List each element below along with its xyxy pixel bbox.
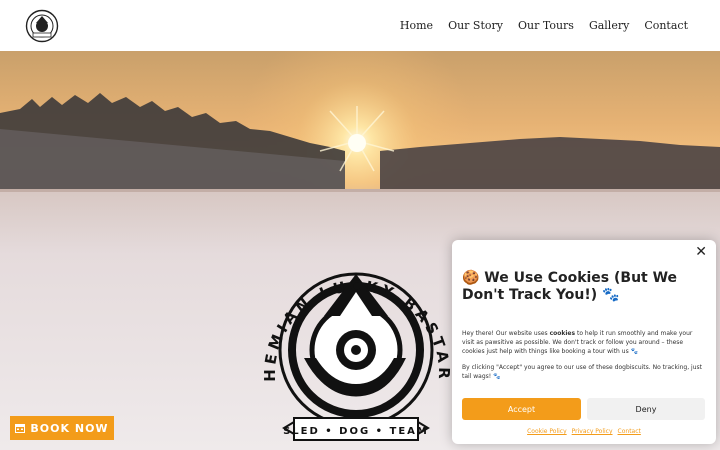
nav-contact[interactable]: Contact	[644, 19, 688, 32]
privacy-policy-link[interactable]: Privacy Policy	[572, 428, 613, 435]
cookie-consent-dialog: ✕ 🍪 We Use Cookies (But We Don't Track Y…	[452, 240, 716, 444]
badge-banner-text: SLED • DOG • TEAM	[283, 426, 429, 437]
nav-gallery[interactable]: Gallery	[589, 19, 629, 32]
accept-cookies-button[interactable]: Accept	[462, 398, 581, 420]
nav-our-tours[interactable]: Our Tours	[518, 19, 574, 32]
cookie-dialog-body: Hey there! Our website uses cookies to h…	[462, 330, 693, 355]
cookie-policy-link[interactable]: Cookie Policy	[527, 428, 567, 435]
nav-our-story[interactable]: Our Story	[448, 19, 503, 32]
book-now-button[interactable]: BOOK NOW	[10, 416, 114, 440]
contact-link[interactable]: Contact	[618, 428, 641, 435]
close-icon[interactable]: ✕	[695, 245, 707, 259]
deny-cookies-button[interactable]: Deny	[587, 398, 705, 420]
nav-home[interactable]: Home	[400, 19, 433, 32]
cookie-dialog-consent-text: By clicking "Accept" you agree to our us…	[462, 364, 702, 380]
calendar-icon	[15, 424, 26, 433]
cookie-dialog-title: 🍪 We Use Cookies (But We Don't Track You…	[462, 270, 678, 303]
cookie-policy-links: Cookie Policy Privacy Policy Contact	[452, 428, 716, 435]
book-now-label: BOOK NOW	[30, 421, 109, 435]
site-header: Home Our Story Our Tours Gallery Contact	[0, 0, 720, 51]
site-logo-icon[interactable]	[25, 9, 59, 43]
sled-dog-team-badge: BOHEMIAN LUCKY BASTARDS SLED • DOG • TEA…	[254, 246, 449, 441]
main-nav: Home Our Story Our Tours Gallery Contact	[400, 0, 688, 51]
